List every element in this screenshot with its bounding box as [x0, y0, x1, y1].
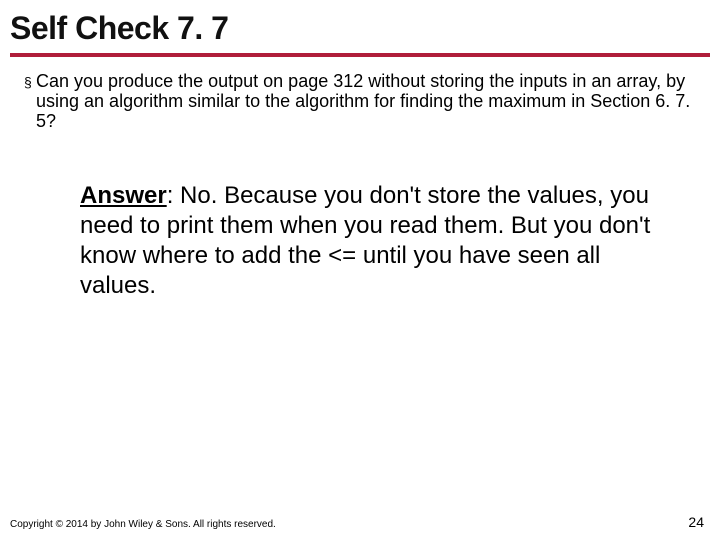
slide: Self Check 7. 7 § Can you produce the ou…: [0, 0, 720, 540]
answer-label: Answer: [80, 182, 167, 209]
copyright-text: Copyright © 2014 by John Wiley & Sons. A…: [10, 519, 276, 530]
bullet-marker: §: [24, 71, 36, 93]
page-number: 24: [688, 514, 704, 530]
title-block: Self Check 7. 7: [0, 0, 720, 57]
bullet-text: Can you produce the output on page 312 w…: [36, 71, 696, 131]
body: § Can you produce the output on page 312…: [0, 57, 720, 131]
answer-block: Answer: No. Because you don't store the …: [0, 131, 720, 301]
footer: Copyright © 2014 by John Wiley & Sons. A…: [10, 514, 704, 530]
answer-paragraph: Answer: No. Because you don't store the …: [50, 181, 660, 301]
answer-separator: :: [167, 182, 180, 209]
bullet-item: § Can you produce the output on page 312…: [24, 71, 696, 131]
slide-title: Self Check 7. 7: [10, 10, 710, 47]
